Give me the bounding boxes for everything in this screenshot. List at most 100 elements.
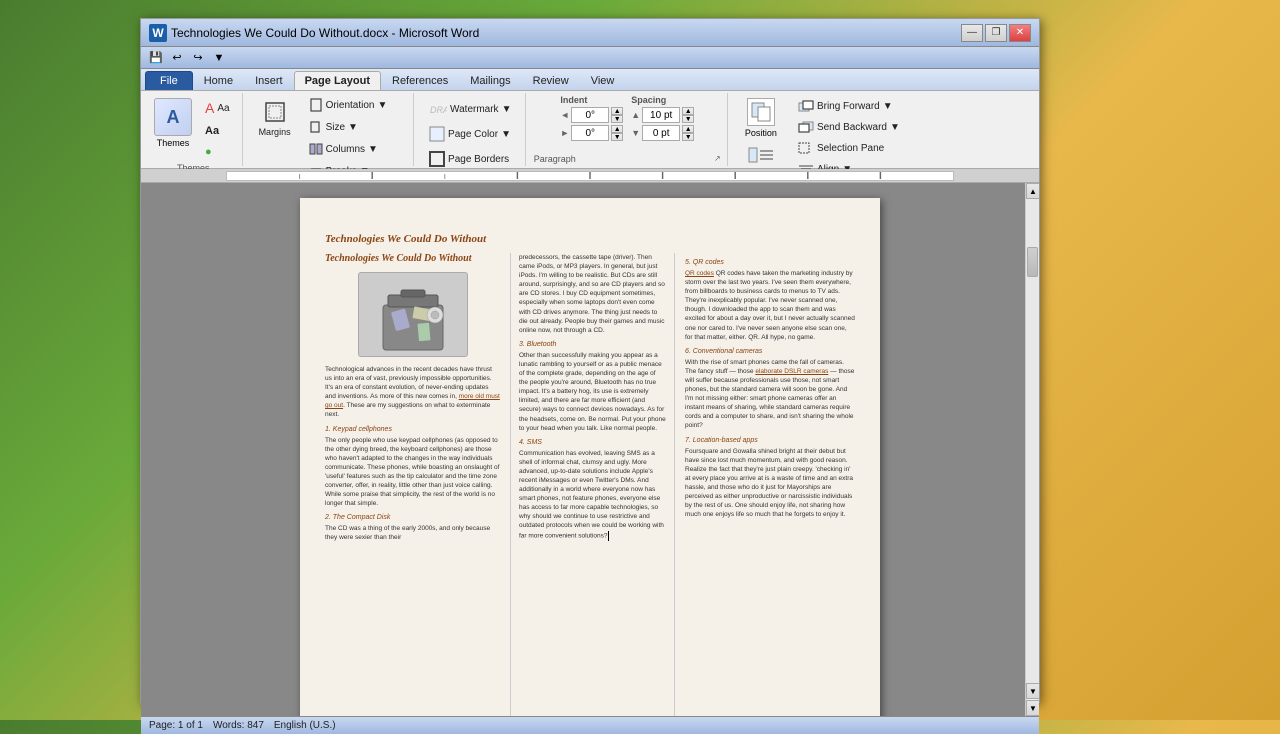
paragraph-expand[interactable]: ↗: [714, 154, 721, 163]
tab-references[interactable]: References: [381, 71, 459, 90]
heading-location: 7. Location-based apps: [685, 437, 855, 444]
middle-column: predecessors, the cassette tape (driver)…: [510, 253, 675, 716]
position-button[interactable]: Position: [736, 95, 786, 141]
page-color-button[interactable]: Page Color ▼: [423, 123, 517, 145]
paragraph-footer: Paragraph ↗: [534, 152, 721, 164]
ruler-inner: [226, 171, 954, 181]
themes-label: Themes: [157, 138, 190, 148]
heading-bluetooth: 3. Bluetooth: [519, 341, 666, 348]
window-controls: — ❐ ✕: [961, 24, 1031, 42]
themes-button[interactable]: A Themes: [151, 95, 195, 151]
vertical-scrollbar[interactable]: ▲ ▼ ▼: [1025, 183, 1039, 716]
dslr-link: elaborate DSLR cameras: [755, 368, 828, 375]
ribbon-tabs: File Home Insert Page Layout References …: [141, 69, 1039, 91]
language: English (U.S.): [274, 720, 336, 731]
scroll-thumb[interactable]: [1027, 247, 1038, 277]
tab-home[interactable]: Home: [193, 71, 244, 90]
spacing-before-icon: ▲: [631, 110, 640, 120]
section-bluetooth: Other than successfully making you appea…: [519, 351, 666, 433]
send-backward-button[interactable]: Send Backward ▼: [792, 118, 906, 136]
spacing-before-up[interactable]: ▲: [682, 107, 694, 115]
spacing-after-input[interactable]: [642, 125, 680, 141]
indent-right-row: ► ▲ ▼: [560, 125, 623, 141]
margins-button[interactable]: Margins: [251, 95, 299, 141]
columns-button[interactable]: Columns ▼: [303, 139, 407, 159]
svg-text:DRAFT: DRAFT: [430, 105, 447, 115]
spacing-before-input[interactable]: [642, 107, 680, 123]
spacing-before-arrows: ▲ ▼: [682, 107, 694, 123]
section-location: Foursquare and Gowalla shined bright at …: [685, 447, 855, 520]
heading-cameras: 6. Conventional cameras: [685, 348, 855, 355]
page-background-group: DRAFT Watermark ▼ Page Color ▼ Page Bord…: [416, 93, 526, 166]
indent-column: Indent ◄ ▲ ▼ ► ▲ ▼: [560, 95, 623, 141]
arrange-group: Position Wrap Text Bring Forward ▼: [730, 93, 912, 166]
indent-right-up[interactable]: ▲: [611, 125, 623, 133]
paragraph-group-label: Paragraph: [534, 154, 576, 164]
tab-mailings[interactable]: Mailings: [459, 71, 521, 90]
themes-extras: A Aa Aa Aa ●: [199, 95, 236, 161]
status-bar: Page: 1 of 1 Words: 847 English (U.S.): [141, 716, 1039, 734]
indent-left-row: ◄ ▲ ▼: [560, 107, 623, 123]
restore-button[interactable]: ❐: [985, 24, 1007, 42]
customize-quick-button[interactable]: ▼: [210, 49, 228, 67]
tab-page-layout[interactable]: Page Layout: [294, 71, 381, 90]
heading-sms: 4. SMS: [519, 439, 666, 446]
word-count: Words: 847: [213, 720, 264, 731]
title-bar: W Technologies We Could Do Without.docx …: [141, 19, 1039, 47]
indent-left-arrows: ▲ ▼: [611, 107, 623, 123]
intro-paragraph: Technological advances in the recent dec…: [325, 365, 500, 420]
page-info: Page: 1 of 1: [149, 720, 203, 731]
paragraph-group: Indent ◄ ▲ ▼ ► ▲ ▼: [528, 93, 728, 166]
word-window: W Technologies We Could Do Without.docx …: [140, 18, 1040, 703]
text-cursor: [608, 531, 609, 541]
indent-spacing-content: Indent ◄ ▲ ▼ ► ▲ ▼: [560, 95, 694, 152]
page-bg-content: DRAFT Watermark ▼ Page Color ▼ Page Bord…: [423, 95, 517, 170]
fonts-button[interactable]: Aa Aa: [199, 122, 236, 140]
scroll-bottom-button[interactable]: ▼: [1026, 700, 1039, 716]
close-button[interactable]: ✕: [1009, 24, 1031, 42]
redo-quick-button[interactable]: ↪: [189, 49, 207, 67]
size-button[interactable]: Size ▼: [303, 117, 407, 137]
page-content: Technologies We Could Do Without: [325, 253, 855, 716]
position-label: Position: [745, 128, 777, 138]
tab-review[interactable]: Review: [522, 71, 580, 90]
indent-right-down[interactable]: ▼: [611, 133, 623, 141]
quick-access-toolbar: 💾 ↩ ↪ ▼: [141, 47, 1039, 69]
spacing-column: Spacing ▲ ▲ ▼ ▼ ▲ ▼: [631, 95, 694, 141]
spacing-label: Spacing: [631, 95, 694, 105]
selection-pane-button[interactable]: Selection Pane: [792, 139, 906, 157]
save-quick-button[interactable]: 💾: [147, 49, 165, 67]
indent-right-icon: ►: [560, 128, 569, 138]
colors-button[interactable]: A Aa: [199, 97, 236, 119]
indent-left-input[interactable]: [571, 107, 609, 123]
word-app-icon: W: [149, 24, 167, 42]
indent-right-input[interactable]: [571, 125, 609, 141]
ribbon: A Themes A Aa Aa Aa ●: [141, 91, 1039, 169]
bring-forward-button[interactable]: Bring Forward ▼: [792, 97, 906, 115]
orientation-button[interactable]: Orientation ▼: [303, 95, 407, 115]
indent-left-down[interactable]: ▼: [611, 115, 623, 123]
indent-left-up[interactable]: ▲: [611, 107, 623, 115]
tab-insert[interactable]: Insert: [244, 71, 294, 90]
spacing-before-down[interactable]: ▼: [682, 115, 694, 123]
old-must-go-link: more old must go out: [325, 393, 500, 409]
scroll-up-button[interactable]: ▲: [1026, 183, 1039, 199]
themes-icon: A: [154, 98, 192, 136]
doc-title: Technologies We Could Do Without: [325, 253, 500, 264]
tab-view[interactable]: View: [580, 71, 626, 90]
scroll-track: [1026, 199, 1039, 683]
heading-cd: 2. The Compact Disk: [325, 514, 500, 521]
page-borders-button[interactable]: Page Borders: [423, 148, 515, 170]
effects-button[interactable]: ●: [199, 143, 236, 161]
margins-icon: [262, 99, 288, 125]
scroll-down-button[interactable]: ▼: [1026, 683, 1039, 699]
spacing-after-up[interactable]: ▲: [682, 125, 694, 133]
watermark-button[interactable]: DRAFT Watermark ▼: [423, 98, 517, 120]
margins-label: Margins: [259, 127, 291, 137]
spacing-after-row: ▼ ▲ ▼: [631, 125, 694, 141]
undo-quick-button[interactable]: ↩: [168, 49, 186, 67]
tab-file[interactable]: File: [145, 71, 193, 90]
ruler-marks: [227, 172, 953, 180]
spacing-after-down[interactable]: ▼: [682, 133, 694, 141]
minimize-button[interactable]: —: [961, 24, 983, 42]
